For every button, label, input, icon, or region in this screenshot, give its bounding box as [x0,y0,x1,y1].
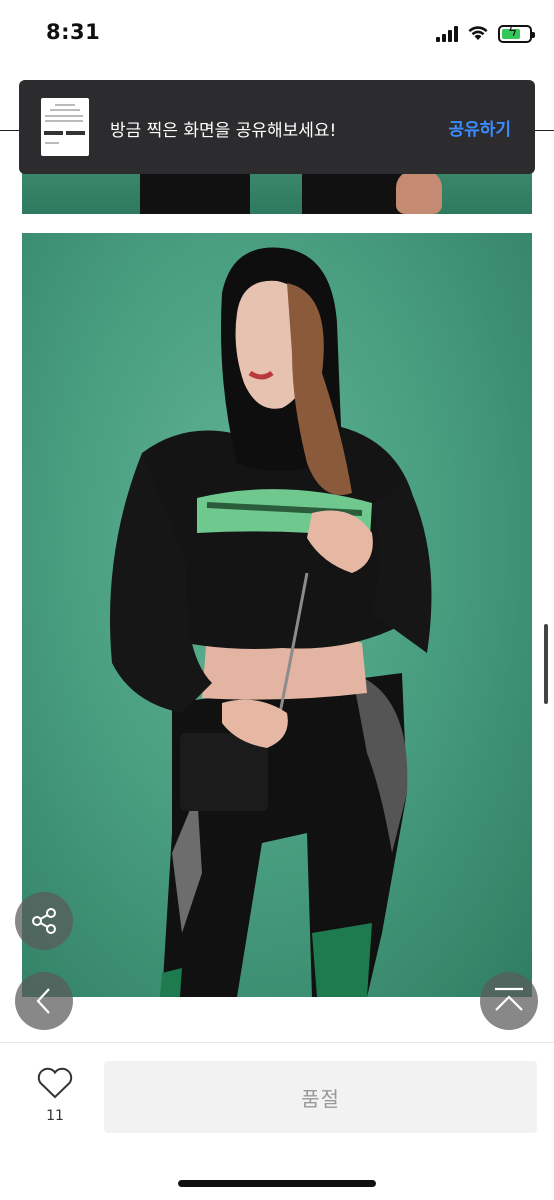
chevron-left-icon [36,988,50,1014]
share-icon [32,908,56,934]
status-bar: 8:31 ϟ [0,0,554,70]
signal-icon [436,26,458,42]
bottom-bar-divider [0,1042,554,1043]
product-photo[interactable] [22,233,532,997]
scroll-to-top-button[interactable] [480,972,538,1030]
screenshot-share-toast: 방금 찍은 화면을 공유해보세요! 공유하기 [19,80,535,174]
like-count: 11 [46,1108,64,1124]
soldout-button: 품절 [104,1061,537,1133]
scrollbar[interactable] [544,624,548,704]
model-illustration [110,247,432,997]
home-indicator [178,1180,376,1187]
screenshot-thumbnail[interactable] [41,98,89,156]
like-button[interactable]: 11 [30,1066,80,1130]
wifi-icon [467,24,489,45]
share-button[interactable] [15,892,73,950]
scroll-to-top-icon [495,987,523,1011]
status-icons: ϟ [436,22,535,46]
heart-icon [37,1067,73,1099]
toast-message: 방금 찍은 화면을 공유해보세요! [110,121,337,141]
status-time: 8:31 [46,20,101,44]
share-now-button[interactable]: 공유하기 [448,115,511,140]
back-button[interactable] [15,972,73,1030]
battery-charging-icon: ϟ [498,24,535,43]
